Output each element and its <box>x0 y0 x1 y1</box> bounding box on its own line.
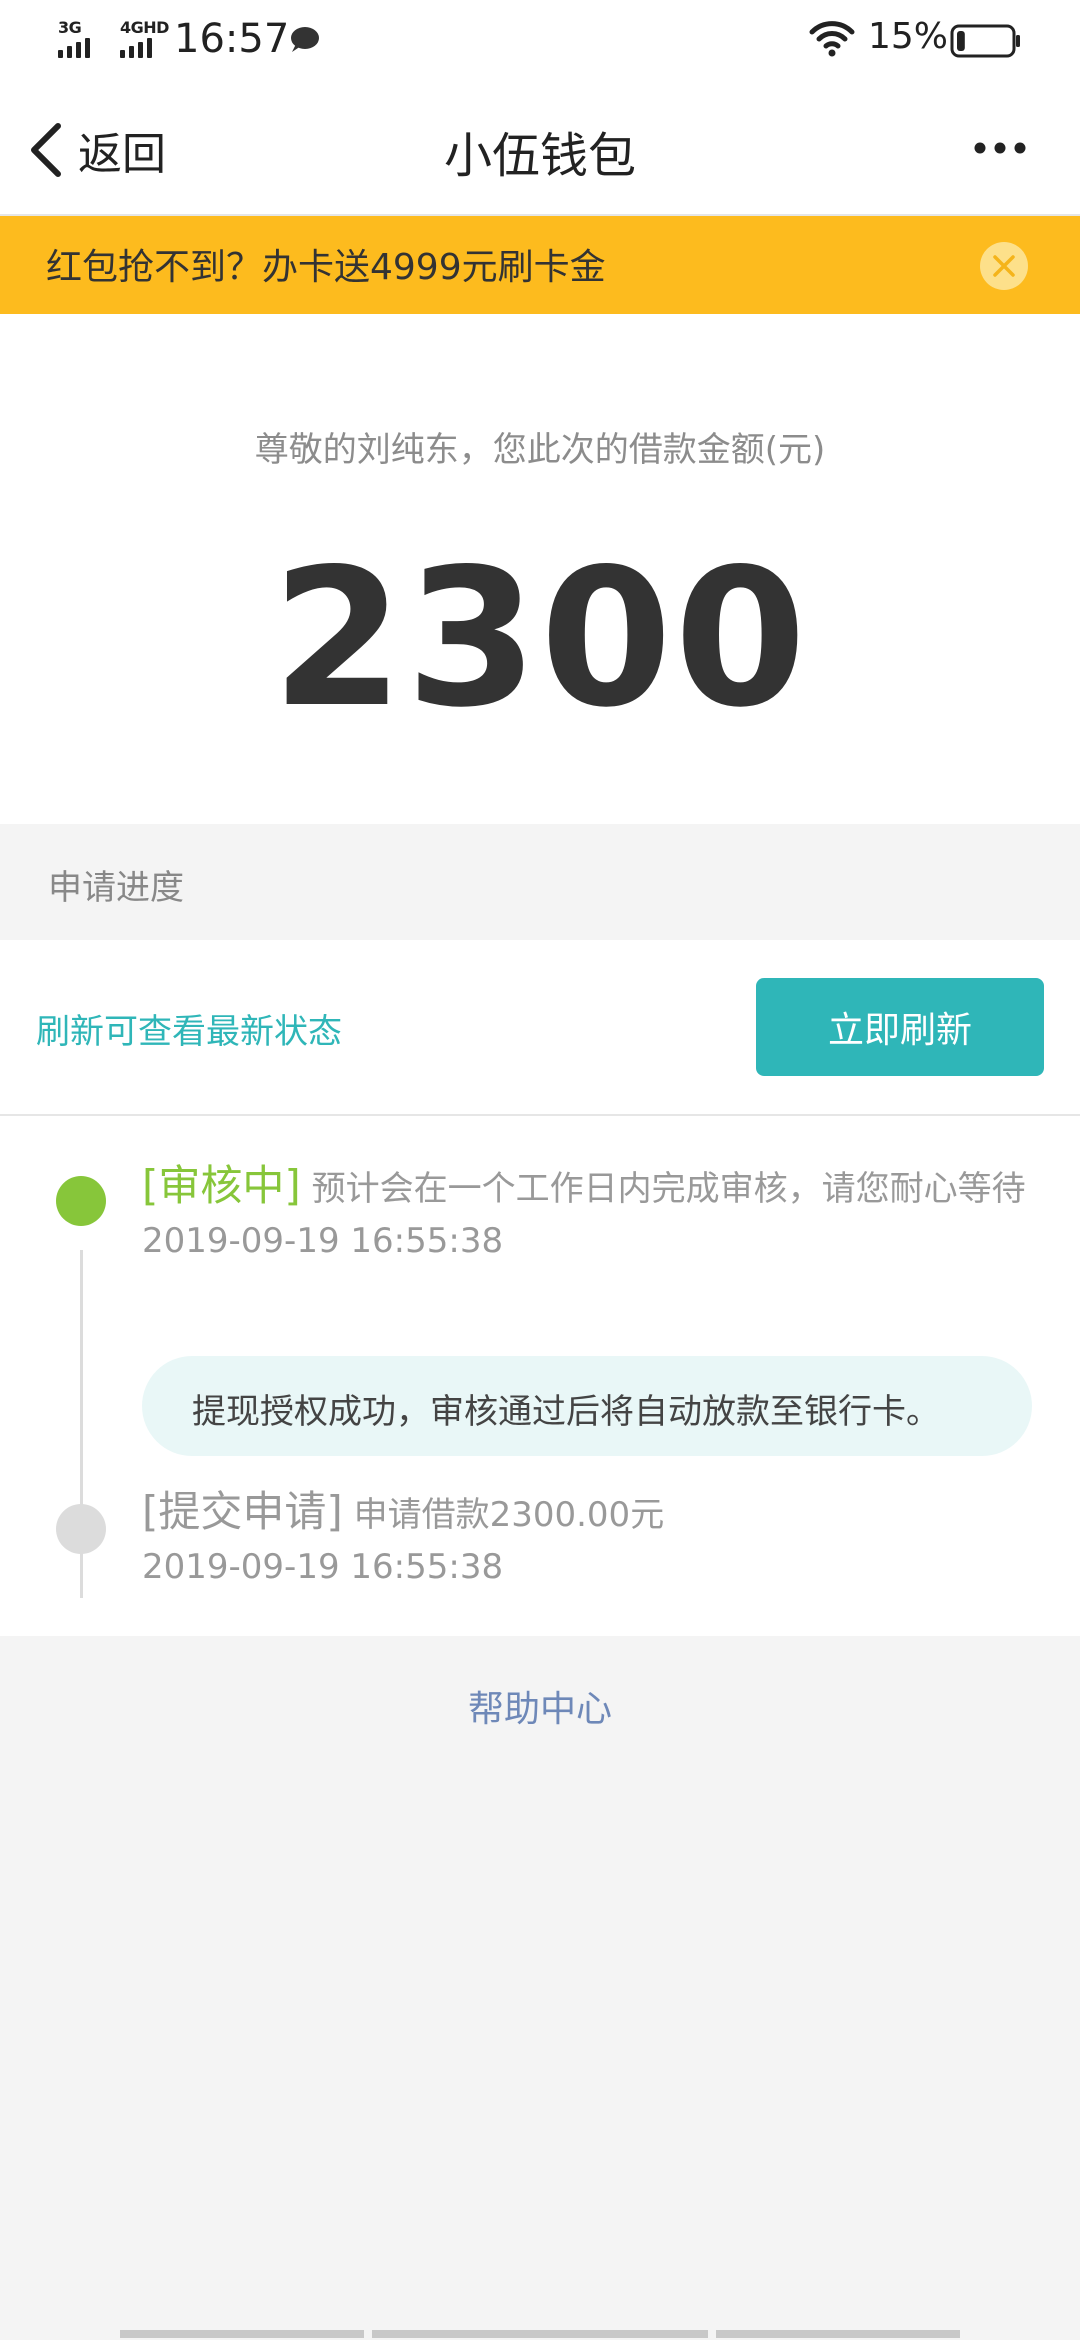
timeline-step-description: 申请借款2300.00元 <box>353 1495 665 1535</box>
signal-bars-icon <box>58 38 90 58</box>
promo-banner[interactable]: 红包抢不到？办卡送4999元刷卡金 <box>0 216 1080 314</box>
loan-amount-label: 尊敬的刘纯东，您此次的借款金额(元) <box>254 430 826 470</box>
signal-1: 3G <box>58 18 106 58</box>
timeline-note-text: 提现授权成功，审核通过后将自动放款至银行卡。 <box>192 1392 940 1432</box>
refresh-hint: 刷新可查看最新状态 <box>36 1012 342 1052</box>
progress-timeline: [审核中] 预计会在一个工作日内完成审核，请您耐心等待 2019-09-19 1… <box>0 1116 1080 1636</box>
timeline-dot-inactive <box>56 1504 106 1554</box>
refresh-now-button[interactable]: 立即刷新 <box>756 978 1044 1076</box>
timeline-step-time: 2019-09-19 16:55:38 <box>142 1221 504 1261</box>
close-icon <box>993 255 1015 277</box>
timeline-step-description: 预计会在一个工作日内完成审核，请您耐心等待 <box>311 1169 1026 1209</box>
back-button[interactable]: 返回 <box>26 118 166 182</box>
timeline-step-head: [审核中] 预计会在一个工作日内完成审核，请您耐心等待 <box>142 1156 1042 1219</box>
network-type-1: 3G <box>58 18 82 37</box>
chevron-left-icon <box>31 123 61 177</box>
timeline-note: 提现授权成功，审核通过后将自动放款至银行卡。 <box>142 1356 1032 1456</box>
refresh-row: 刷新可查看最新状态 立即刷新 <box>0 940 1080 1116</box>
promo-banner-text: 红包抢不到？办卡送4999元刷卡金 <box>46 247 606 288</box>
timeline-step-review: [审核中] 预计会在一个工作日内完成审核，请您耐心等待 2019-09-19 1… <box>142 1156 1042 1261</box>
timeline-dot-active <box>56 1176 106 1226</box>
timeline-step-head: [提交申请] 申请借款2300.00元 <box>142 1482 1042 1545</box>
signal-bars-icon <box>120 38 152 58</box>
battery-percent: 15% <box>868 16 949 57</box>
timeline-step-submitted: [提交申请] 申请借款2300.00元 2019-09-19 16:55:38 <box>142 1482 1042 1587</box>
wifi-icon <box>809 21 855 57</box>
nav-header: 返回 小伍钱包 <box>0 84 1080 216</box>
bottom-gesture-bar <box>0 2330 1080 2340</box>
loan-amount-card: 尊敬的刘纯东，您此次的借款金额(元) 2300 <box>0 314 1080 824</box>
progress-section-title: 申请进度 <box>48 868 184 908</box>
more-options-icon[interactable] <box>970 128 1030 168</box>
status-bar: 3G 4GHD 16:57 15% <box>0 0 1080 84</box>
page-title: 小伍钱包 <box>443 128 636 184</box>
timeline-step-time: 2019-09-19 16:55:38 <box>142 1547 504 1587</box>
help-center-link[interactable]: 帮助中心 <box>0 1680 1080 1732</box>
timeline-step-status: [审核中] <box>142 1161 301 1210</box>
back-label: 返回 <box>78 129 166 180</box>
battery-icon <box>950 24 1020 58</box>
network-type-2: 4GHD <box>120 18 169 37</box>
loan-amount-value: 2300 <box>271 528 809 749</box>
signal-indicators: 3G 4GHD <box>58 18 169 58</box>
progress-section-header: 申请进度 <box>0 824 1080 940</box>
banner-close-button[interactable] <box>980 242 1028 290</box>
chat-bubble-icon <box>291 27 319 52</box>
status-time: 16:57 <box>174 16 290 62</box>
signal-2: 4GHD <box>120 18 169 58</box>
timeline-step-status: [提交申请] <box>142 1487 343 1536</box>
